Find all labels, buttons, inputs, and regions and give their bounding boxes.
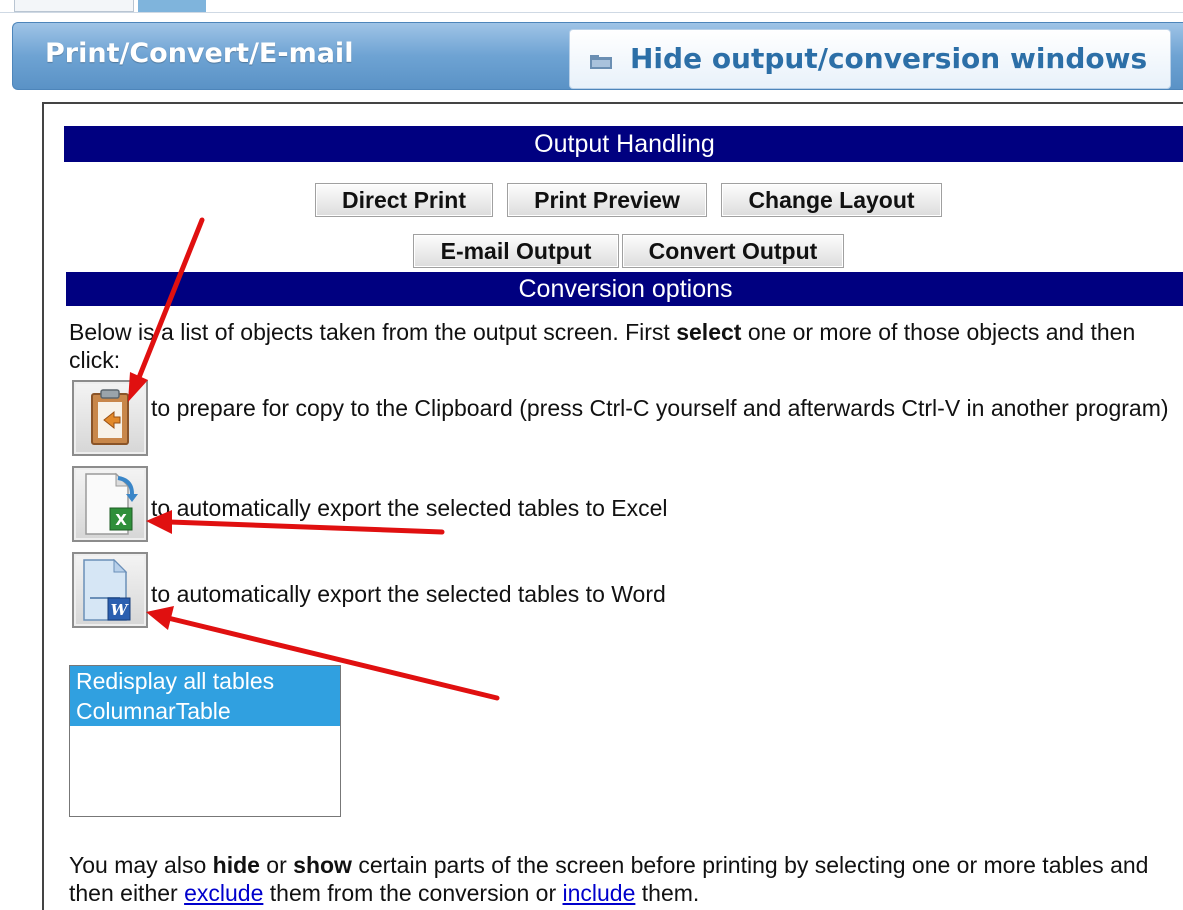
clipboard-description: to prepare for copy to the Clipboard (pr… bbox=[151, 395, 1169, 421]
output-panel: Output Handling Direct Print Print Previ… bbox=[42, 102, 1183, 910]
top-tab[interactable] bbox=[14, 0, 134, 12]
hide-output-windows-button[interactable]: Hide output/conversion windows bbox=[569, 29, 1171, 89]
clipboard-button[interactable] bbox=[72, 380, 148, 456]
export-excel-button[interactable]: X bbox=[72, 466, 148, 542]
clipboard-icon bbox=[91, 389, 129, 445]
exclude-link[interactable]: exclude bbox=[184, 880, 263, 906]
excel-export-icon: X bbox=[85, 472, 138, 535]
tables-listbox[interactable]: Redisplay all tables ColumnarTable bbox=[69, 665, 341, 817]
include-link[interactable]: include bbox=[563, 880, 636, 906]
conversion-intro: Below is a list of objects taken from th… bbox=[69, 319, 1136, 373]
word-description: to automatically export the selected tab… bbox=[151, 581, 666, 607]
direct-print-button[interactable]: Direct Print bbox=[315, 183, 493, 217]
export-word-button[interactable]: W bbox=[72, 552, 148, 628]
folder-icon bbox=[590, 55, 612, 69]
svg-text:W: W bbox=[111, 601, 130, 619]
word-export-icon: W bbox=[83, 558, 131, 621]
print-preview-button[interactable]: Print Preview bbox=[507, 183, 707, 217]
change-layout-button[interactable]: Change Layout bbox=[721, 183, 942, 217]
hide-output-windows-label: Hide output/conversion windows bbox=[630, 42, 1148, 75]
header-title: Print/Convert/E-mail bbox=[45, 38, 354, 69]
output-handling-title: Output Handling bbox=[64, 126, 1183, 162]
svg-text:X: X bbox=[115, 511, 127, 529]
print-convert-header: Print/Convert/E-mail Hide output/convers… bbox=[12, 22, 1183, 90]
email-output-button[interactable]: E-mail Output bbox=[413, 234, 619, 268]
excel-description: to automatically export the selected tab… bbox=[151, 495, 668, 521]
hide-show-help-text: You may also hide or show certain parts … bbox=[69, 852, 1149, 906]
convert-output-button[interactable]: Convert Output bbox=[622, 234, 844, 268]
list-item[interactable]: Redisplay all tables bbox=[70, 666, 340, 696]
list-item[interactable]: ColumnarTable bbox=[70, 696, 340, 726]
conversion-options-title: Conversion options bbox=[66, 272, 1183, 306]
top-strip bbox=[0, 0, 1183, 13]
top-tab-active[interactable] bbox=[138, 0, 206, 12]
